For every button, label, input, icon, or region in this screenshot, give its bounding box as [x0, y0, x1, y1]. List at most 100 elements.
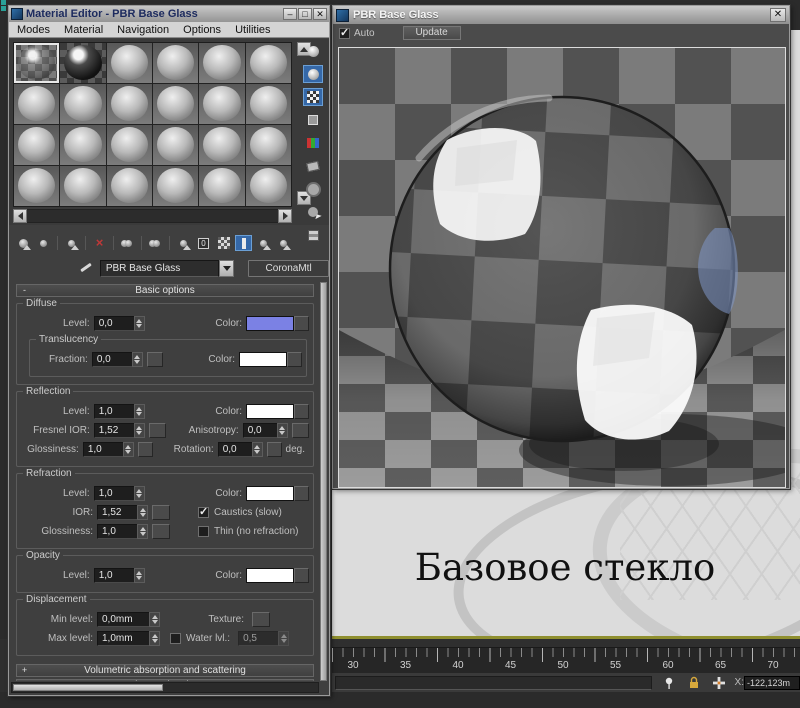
water-level-checkbox[interactable]	[170, 633, 181, 644]
selection-lock-icon[interactable]	[686, 675, 702, 691]
reflection-glossiness-map-button[interactable]	[138, 442, 153, 457]
refraction-ior-spinner[interactable]: 1,52	[97, 505, 148, 520]
displacement-min-spinner[interactable]: 0,0mm	[97, 612, 160, 627]
show-map-in-viewport-icon[interactable]	[215, 235, 232, 251]
minimize-button[interactable]: –	[283, 8, 297, 20]
thin-checkbox[interactable]	[198, 526, 209, 537]
render-viewport[interactable]	[338, 47, 786, 488]
samples-scroll-left-button[interactable]	[13, 209, 27, 223]
anisotropy-map-button[interactable]	[292, 423, 309, 438]
rollout-advanced[interactable]: + Advanced options	[16, 679, 314, 681]
samples-scroll-right-button[interactable]	[278, 209, 292, 223]
material-id-channel-icon[interactable]: 0	[195, 235, 212, 251]
select-by-material-icon[interactable]	[303, 203, 323, 221]
fresnel-ior-map-button[interactable]	[149, 423, 166, 438]
generate-preview-icon[interactable]	[303, 157, 323, 175]
material-sample-slot[interactable]	[199, 125, 244, 165]
menu-options[interactable]: Options	[183, 24, 221, 36]
video-color-check-icon[interactable]	[303, 134, 323, 152]
sample-type-sphere-icon[interactable]	[303, 42, 323, 60]
render-window-titlebar[interactable]: PBR Base Glass ✕	[333, 6, 789, 24]
material-sample-slot[interactable]	[246, 125, 291, 165]
material-class-button[interactable]: CoronaMtl	[248, 260, 329, 277]
material-map-navigator-icon[interactable]	[303, 226, 323, 244]
material-sample-slot[interactable]	[107, 84, 152, 124]
maximize-button[interactable]: □	[298, 8, 312, 20]
material-name-dropdown-arrow[interactable]	[219, 260, 234, 277]
anisotropy-spinner[interactable]: 0,0	[243, 423, 288, 438]
make-unique-icon[interactable]	[147, 235, 164, 251]
caustics-checkbox[interactable]	[198, 507, 209, 518]
material-sample-slot[interactable]	[107, 125, 152, 165]
material-sample-slot[interactable]	[107, 166, 152, 206]
menu-material[interactable]: Material	[64, 24, 103, 36]
menu-utilities[interactable]: Utilities	[235, 24, 270, 36]
opacity-level-spinner[interactable]: 1,0	[94, 568, 145, 583]
put-to-library-icon[interactable]	[175, 235, 192, 251]
sample-uv-tiling-icon[interactable]	[303, 111, 323, 129]
go-forward-to-sibling-icon[interactable]	[275, 235, 292, 251]
opacity-color-swatch[interactable]	[246, 568, 294, 583]
material-sample-slot[interactable]	[14, 166, 59, 206]
material-sample-slot[interactable]	[60, 166, 105, 206]
reflection-color-map-button[interactable]	[294, 404, 309, 419]
material-sample-slot[interactable]	[153, 166, 198, 206]
rollout-volumetric[interactable]: + Volumetric absorption and scattering	[16, 664, 314, 677]
material-sample-slot[interactable]	[153, 43, 198, 83]
background-checker-icon[interactable]	[303, 88, 323, 106]
refraction-glossiness-spinner[interactable]: 1,0	[97, 524, 148, 539]
go-to-parent-icon[interactable]	[255, 235, 272, 251]
material-sample-slot[interactable]	[199, 166, 244, 206]
opacity-color-map-button[interactable]	[294, 568, 309, 583]
rotation-spinner[interactable]: 0,0	[218, 442, 263, 457]
backlight-icon[interactable]	[303, 65, 323, 83]
reset-map-icon[interactable]: ×	[91, 235, 108, 251]
material-editor-hscrollbar[interactable]	[11, 682, 319, 693]
reflection-color-swatch[interactable]	[246, 404, 294, 419]
transform-gizmo-icon[interactable]	[711, 675, 727, 691]
reflection-level-spinner[interactable]: 1,0	[94, 404, 145, 419]
make-material-copy-icon[interactable]	[119, 235, 136, 251]
samples-hscrollbar[interactable]	[13, 209, 292, 223]
close-button[interactable]: ✕	[770, 8, 786, 22]
refraction-glossiness-map-button[interactable]	[152, 524, 170, 539]
material-sample-slot[interactable]	[14, 125, 59, 165]
material-sample-slot[interactable]	[107, 43, 152, 83]
material-sample-slot[interactable]	[246, 43, 291, 83]
material-sample-slot[interactable]	[153, 125, 198, 165]
refraction-ior-map-button[interactable]	[152, 505, 170, 520]
close-button[interactable]: ✕	[313, 8, 327, 20]
get-material-icon[interactable]	[15, 235, 32, 251]
translucency-map-button[interactable]	[147, 352, 163, 367]
diffuse-level-spinner[interactable]: 0,0	[94, 316, 145, 331]
put-material-to-scene-icon[interactable]	[35, 235, 52, 251]
diffuse-color-map-button[interactable]	[294, 316, 309, 331]
parameters-vscrollbar[interactable]	[320, 282, 327, 681]
material-sample-slot[interactable]	[60, 43, 105, 83]
fresnel-ior-spinner[interactable]: 1,52	[94, 423, 145, 438]
isolate-selection-icon[interactable]	[661, 675, 677, 691]
material-name-dropdown[interactable]: PBR Base Glass	[100, 260, 220, 277]
rotation-map-button[interactable]	[267, 442, 282, 457]
update-button[interactable]: Update	[403, 26, 461, 40]
refraction-color-map-button[interactable]	[294, 486, 309, 501]
reflection-glossiness-spinner[interactable]: 1,0	[83, 442, 134, 457]
diffuse-color-swatch[interactable]	[246, 316, 294, 331]
time-ruler[interactable]: 303540455055606570	[332, 647, 800, 673]
material-sample-slot[interactable]	[60, 84, 105, 124]
material-sample-slot[interactable]	[246, 84, 291, 124]
material-sample-slot[interactable]	[199, 43, 244, 83]
material-editor-titlebar[interactable]: Material Editor - PBR Base Glass – □ ✕	[9, 6, 329, 22]
refraction-color-swatch[interactable]	[246, 486, 294, 501]
menu-navigation[interactable]: Navigation	[117, 24, 169, 36]
assign-material-to-selection-icon[interactable]	[63, 235, 80, 251]
translucency-color-map-button[interactable]	[287, 352, 302, 367]
material-sample-slot[interactable]	[199, 84, 244, 124]
material-sample-slot[interactable]	[246, 166, 291, 206]
displacement-texture-button[interactable]	[252, 612, 270, 627]
menu-modes[interactable]: Modes	[17, 24, 50, 36]
pick-material-eyedropper-icon[interactable]	[79, 261, 92, 275]
displacement-max-spinner[interactable]: 1,0mm	[97, 631, 160, 646]
material-sample-slot[interactable]	[153, 84, 198, 124]
translucency-color-swatch[interactable]	[239, 352, 287, 367]
